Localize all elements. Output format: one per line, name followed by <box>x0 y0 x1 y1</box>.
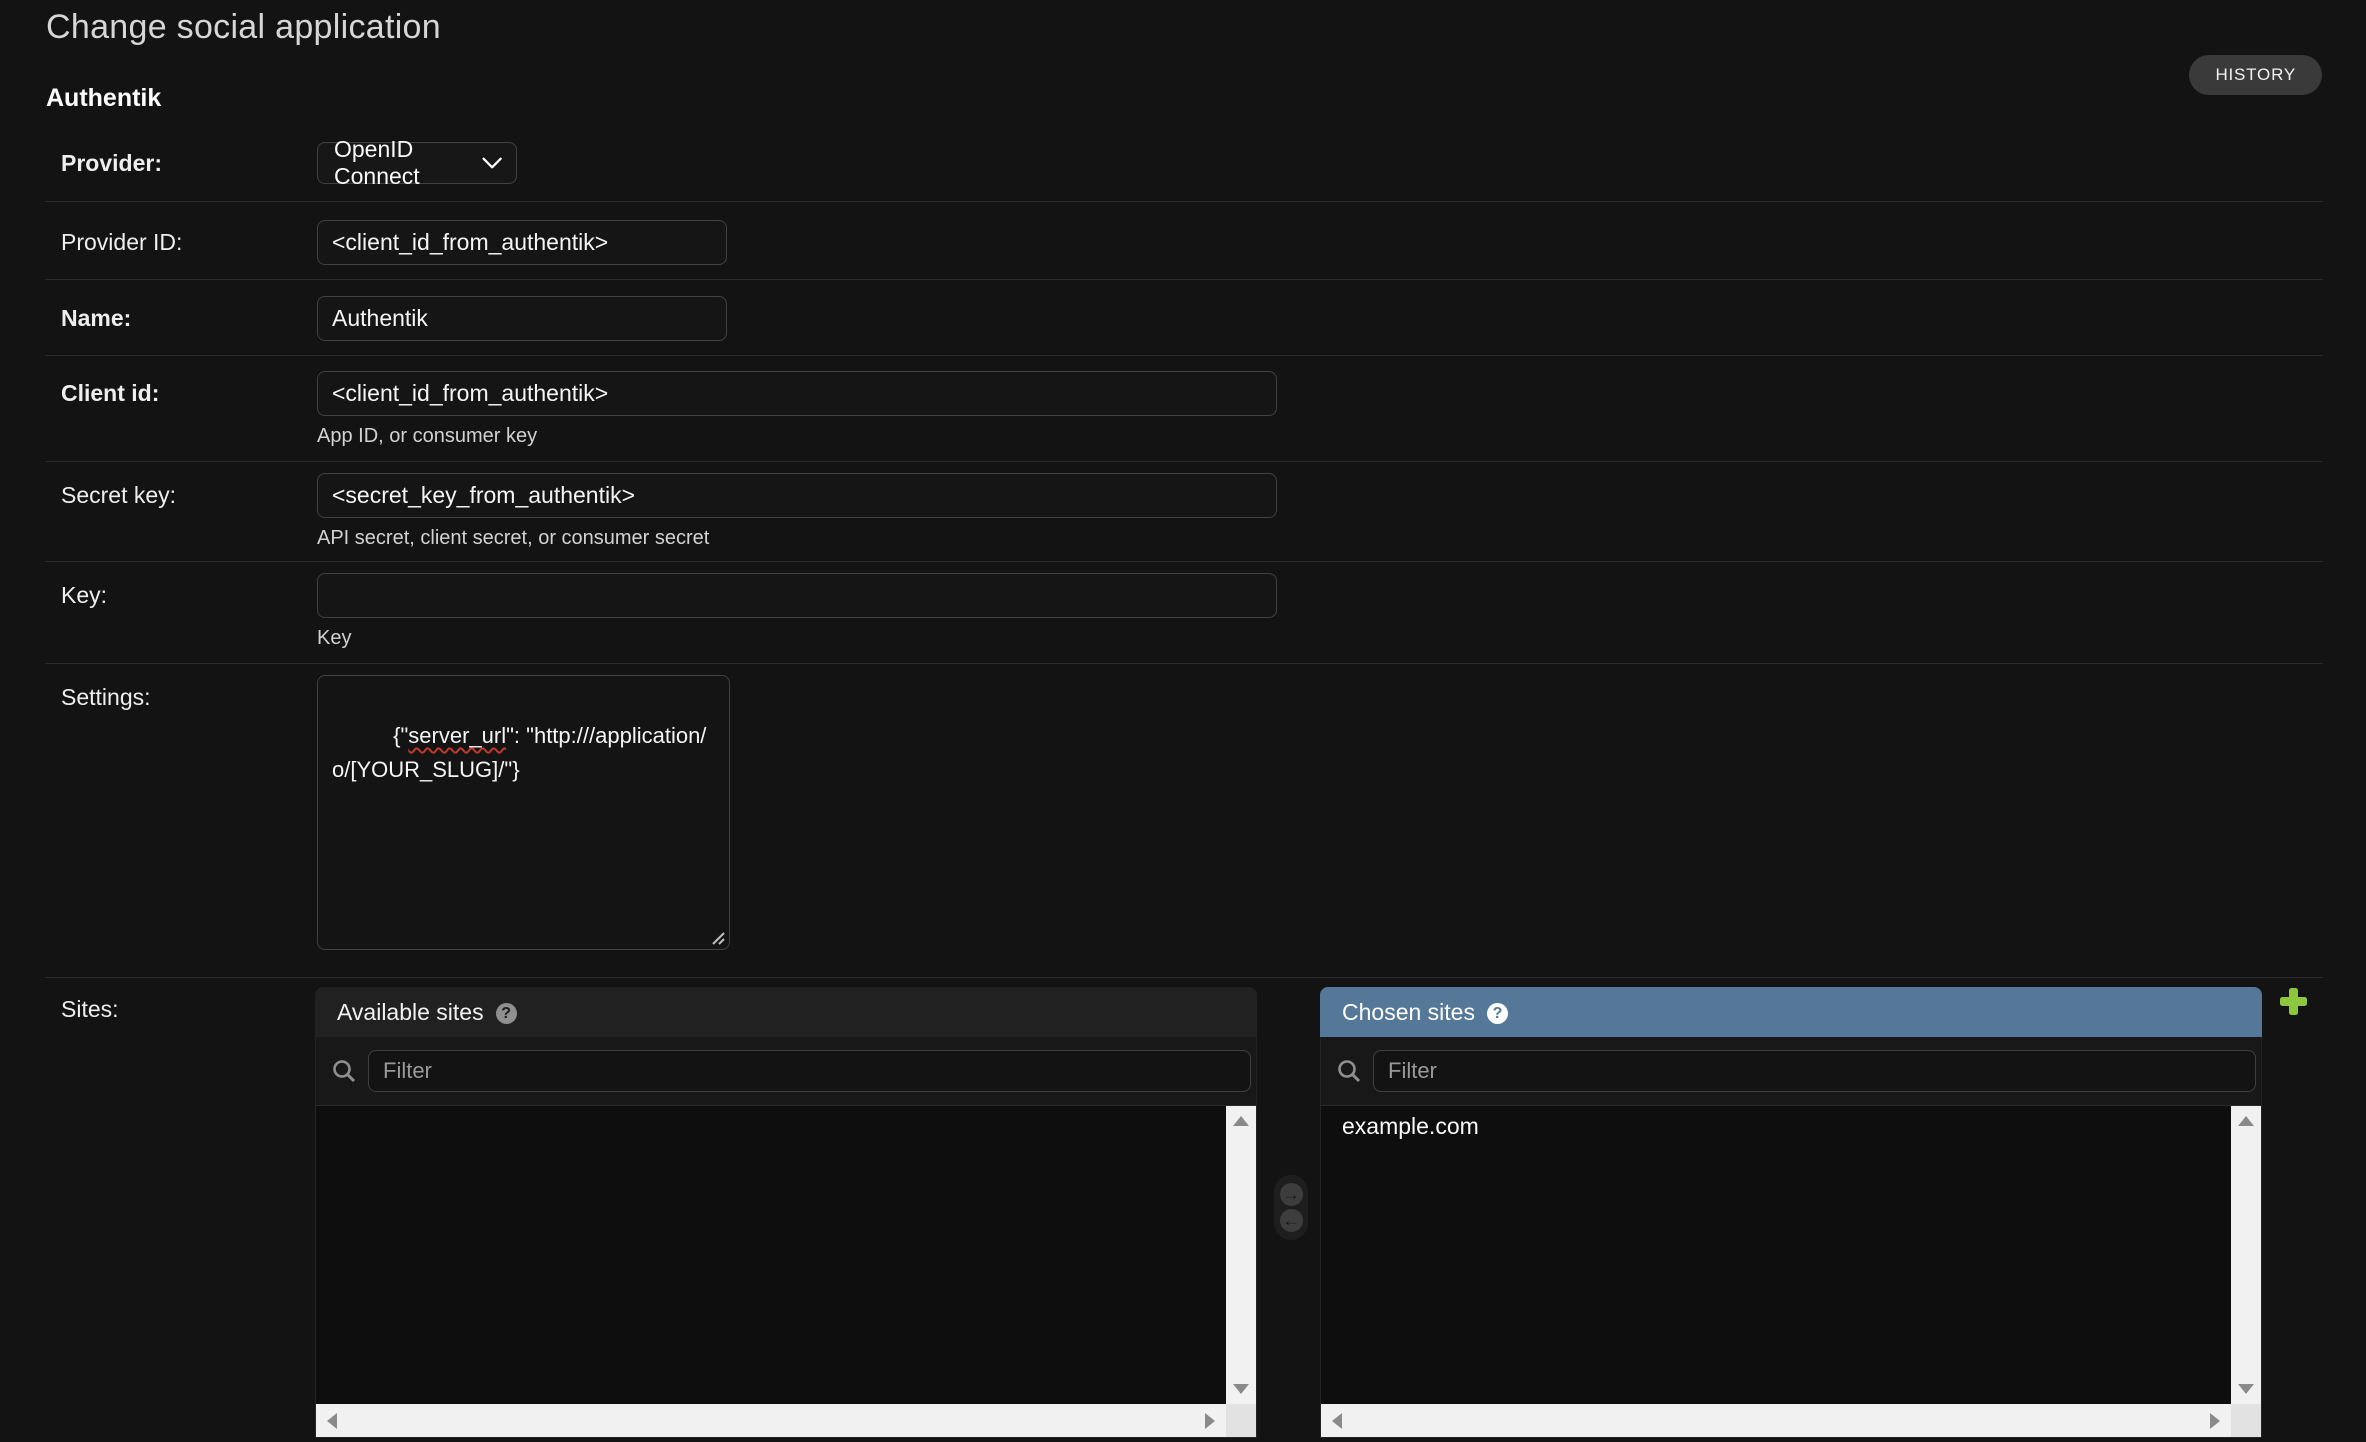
client-id-help: App ID, or consumer key <box>317 425 2323 448</box>
scroll-right-icon[interactable] <box>2210 1413 2220 1429</box>
chosen-sites-panel: Chosen sites? example.com <box>1320 987 2262 1438</box>
chosen-vertical-scrollbar[interactable] <box>2231 1106 2261 1404</box>
provider-row: Provider: OpenID Connect <box>45 120 2323 202</box>
choose-arrow-button[interactable]: → <box>1280 1183 1303 1206</box>
provider-id-label: Provider ID: <box>45 202 317 279</box>
change-form: Provider: OpenID Connect Provider ID: Na… <box>45 120 2323 1442</box>
help-icon[interactable]: ? <box>496 1003 517 1024</box>
secret-key-help: API secret, client secret, or consumer s… <box>317 527 2323 550</box>
available-sites-panel: Available sites? <box>315 987 1257 1438</box>
name-row: Name: <box>45 280 2323 356</box>
chosen-sites-list[interactable]: example.com <box>1320 1105 2262 1438</box>
secret-key-label: Secret key: <box>45 462 317 561</box>
available-sites-title: Available sites <box>337 999 484 1025</box>
object-heading: Authentik <box>46 84 161 113</box>
provider-label: Provider: <box>45 120 317 201</box>
scroll-left-icon[interactable] <box>327 1413 337 1429</box>
provider-id-row: Provider ID: <box>45 202 2323 280</box>
remove-arrow-button[interactable]: ← <box>1280 1209 1303 1232</box>
add-site-button[interactable] <box>2280 988 2307 1015</box>
search-icon <box>1336 1058 1362 1084</box>
client-id-row: Client id: App ID, or consumer key <box>45 356 2323 462</box>
key-input[interactable] <box>317 573 1277 618</box>
name-label: Name: <box>45 280 317 355</box>
provider-selected-option: OpenID Connect <box>318 136 481 190</box>
name-input[interactable] <box>317 296 727 341</box>
scroll-up-icon[interactable] <box>1233 1116 1249 1126</box>
chosen-filter-input[interactable] <box>1373 1050 2256 1092</box>
client-id-label: Client id: <box>45 356 317 461</box>
search-icon <box>331 1058 357 1084</box>
settings-value: {"server_url": "http:///application/o/[Y… <box>332 723 706 782</box>
available-vertical-scrollbar[interactable] <box>1226 1106 1256 1404</box>
scroll-right-icon[interactable] <box>1205 1413 1215 1429</box>
settings-row: Settings: {"server_url": "http:///applic… <box>45 664 2323 978</box>
scroll-down-icon[interactable] <box>1233 1384 1249 1394</box>
sites-row: Sites: Available sites? <box>45 978 2323 1442</box>
change-social-application-page: Change social application HISTORY Authen… <box>0 0 2366 1442</box>
transfer-buttons: → ← <box>1274 1175 1308 1240</box>
chosen-site-item[interactable]: example.com <box>1321 1106 2261 1140</box>
client-id-input[interactable] <box>317 371 1277 416</box>
available-sites-list[interactable] <box>315 1105 1257 1438</box>
secret-key-input[interactable] <box>317 473 1277 518</box>
available-filter-bar <box>315 1037 1257 1105</box>
settings-label: Settings: <box>45 664 317 977</box>
scrollbar-corner <box>2231 1404 2261 1437</box>
resize-handle-icon[interactable] <box>709 929 726 946</box>
settings-textarea[interactable]: {"server_url": "http:///application/o/[Y… <box>317 675 730 950</box>
sites-label: Sites: <box>61 996 119 1023</box>
key-label: Key: <box>45 562 317 663</box>
key-help: Key <box>317 627 2323 650</box>
available-filter-input[interactable] <box>368 1050 1251 1092</box>
scroll-down-icon[interactable] <box>2238 1384 2254 1394</box>
available-sites-header: Available sites? <box>315 987 1257 1037</box>
chosen-sites-title: Chosen sites <box>1342 999 1475 1025</box>
provider-select[interactable]: OpenID Connect <box>317 142 517 184</box>
chosen-horizontal-scrollbar[interactable] <box>1321 1404 2231 1437</box>
chosen-sites-header: Chosen sites? <box>1320 987 2262 1037</box>
secret-key-row: Secret key: API secret, client secret, o… <box>45 462 2323 562</box>
history-button[interactable]: HISTORY <box>2189 55 2322 95</box>
available-horizontal-scrollbar[interactable] <box>316 1404 1226 1437</box>
provider-id-input[interactable] <box>317 220 727 265</box>
scrollbar-corner <box>1226 1404 1256 1437</box>
help-icon[interactable]: ? <box>1487 1003 1508 1024</box>
scroll-up-icon[interactable] <box>2238 1116 2254 1126</box>
chevron-down-icon <box>481 155 503 171</box>
scroll-left-icon[interactable] <box>1332 1413 1342 1429</box>
page-title: Change social application <box>46 8 441 47</box>
key-row: Key: Key <box>45 562 2323 664</box>
chosen-filter-bar <box>1320 1037 2262 1105</box>
